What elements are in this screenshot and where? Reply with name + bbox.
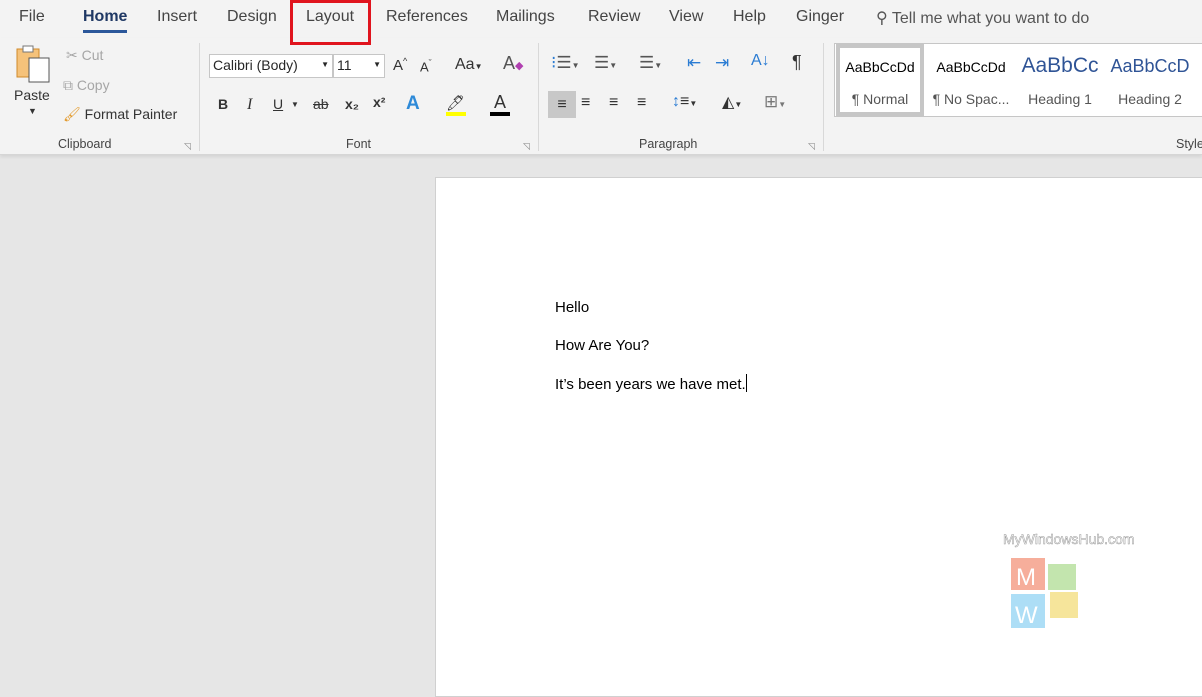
tab-mailings[interactable]: Mailings (496, 8, 555, 26)
font-name-select[interactable]: Calibri (Body) ▼ (209, 54, 333, 78)
tab-references[interactable]: References (386, 8, 468, 26)
strikethrough-button[interactable]: ab (313, 96, 329, 112)
tab-home[interactable]: Home (83, 8, 128, 33)
bold-button[interactable]: B (218, 96, 228, 112)
copy-icon: ⧉ (63, 77, 73, 93)
grow-font-icon[interactable]: A^ (393, 56, 407, 74)
styles-gallery: AaBbCcDd ¶ Normal AaBbCcDd ¶ No Spac... Aa… (834, 43, 1202, 117)
group-label-paragraph: Paragraph (639, 137, 698, 151)
justify-icon[interactable]: ≡ (637, 94, 646, 112)
style-normal[interactable]: AaBbCcDd ¶ Normal (836, 44, 924, 116)
text-effects-icon[interactable]: A (406, 93, 420, 115)
search-icon: ⚲ (876, 10, 888, 27)
shrink-font-icon[interactable]: Aˇ (420, 58, 432, 74)
highlight-color-icon[interactable]: 🖊 (446, 94, 466, 116)
brush-icon: 🖌 (63, 106, 81, 122)
svg-text:MyWindowsHub.com: MyWindowsHub.com (1003, 531, 1134, 547)
format-painter-button[interactable]: 🖌 Format Painter (63, 106, 177, 123)
document-line: How Are You? (555, 337, 650, 354)
chevron-down-icon[interactable]: ▼ (291, 100, 299, 109)
tab-help[interactable]: Help (733, 8, 766, 26)
style-heading-2[interactable]: AaBbCcD Heading 2 (1105, 44, 1195, 116)
style-heading-1[interactable]: AaBbCc Heading 1 (1015, 44, 1105, 116)
line-spacing-icon[interactable]: ↕≡▼ (672, 93, 697, 111)
dialog-launcher-icon[interactable]: ◹ (184, 141, 191, 152)
tab-ginger[interactable]: Ginger (796, 8, 844, 26)
numbering-icon[interactable]: ☰▼ (594, 53, 617, 73)
scissors-icon: ✂ (66, 47, 78, 63)
watermark-logo: MyWindowsHub.com M W (1003, 530, 1153, 648)
align-left-icon[interactable]: ≡ (548, 91, 576, 118)
copy-button[interactable]: ⧉ Copy (63, 77, 110, 94)
change-case-button[interactable]: Aa▼ (455, 56, 483, 74)
sort-icon[interactable]: A↓ (751, 52, 770, 70)
multilevel-list-icon[interactable]: ☰▼ (639, 53, 662, 73)
increase-indent-icon[interactable]: ⇥ (715, 53, 729, 73)
underline-button[interactable]: U (273, 96, 283, 112)
tab-file[interactable]: File (19, 8, 45, 26)
align-center-icon[interactable]: ≡ (581, 94, 590, 112)
divider (199, 43, 200, 151)
ribbon-tabs: File Home Insert Design Layout Reference… (0, 0, 1202, 38)
group-label-styles: Styles (1176, 137, 1202, 151)
align-right-icon[interactable]: ≡ (609, 94, 618, 112)
decrease-indent-icon[interactable]: ⇤ (687, 53, 701, 73)
tab-design[interactable]: Design (227, 8, 277, 26)
font-size-select[interactable]: 11 ▼ (333, 54, 385, 78)
text-cursor (745, 374, 747, 392)
ribbon: Paste ▼ ✂ Cut ⧉ Copy 🖌 Format Painter Cl… (0, 38, 1202, 155)
style-no-spacing[interactable]: AaBbCcDd ¶ No Spac... (926, 44, 1016, 116)
svg-text:W: W (1015, 602, 1038, 629)
borders-icon[interactable]: ⊞▼ (764, 92, 786, 112)
tab-insert[interactable]: Insert (157, 8, 197, 26)
superscript-button[interactable]: x² (373, 94, 385, 110)
document-line: Hello (555, 299, 590, 316)
dialog-launcher-icon[interactable]: ◹ (523, 141, 530, 152)
tab-review[interactable]: Review (588, 8, 640, 26)
divider (823, 43, 824, 151)
svg-text:M: M (1016, 564, 1036, 591)
font-color-icon[interactable]: A (490, 92, 510, 116)
paste-icon (16, 45, 50, 83)
shading-icon[interactable]: ◭▼ (722, 92, 742, 112)
document-line: It’s been years we have met. (555, 374, 747, 393)
cut-button[interactable]: ✂ Cut (66, 47, 103, 64)
divider (538, 43, 539, 151)
tell-me-search[interactable]: ⚲ Tell me what you want to do (876, 8, 1089, 28)
group-label-font: Font (346, 137, 372, 151)
group-label-clipboard: Clipboard (58, 137, 112, 151)
italic-button[interactable]: I (247, 96, 252, 114)
layout-tab-highlight (290, 0, 371, 45)
subscript-button[interactable]: x₂ (345, 96, 359, 112)
chevron-down-icon: ▼ (28, 106, 37, 116)
tab-view[interactable]: View (669, 8, 703, 26)
clear-formatting-icon[interactable]: A◆ (503, 53, 523, 74)
show-formatting-marks-button[interactable]: ¶ (792, 52, 802, 73)
bullets-icon[interactable]: ⁝☰▼ (551, 53, 580, 73)
dialog-launcher-icon[interactable]: ◹ (808, 141, 815, 152)
